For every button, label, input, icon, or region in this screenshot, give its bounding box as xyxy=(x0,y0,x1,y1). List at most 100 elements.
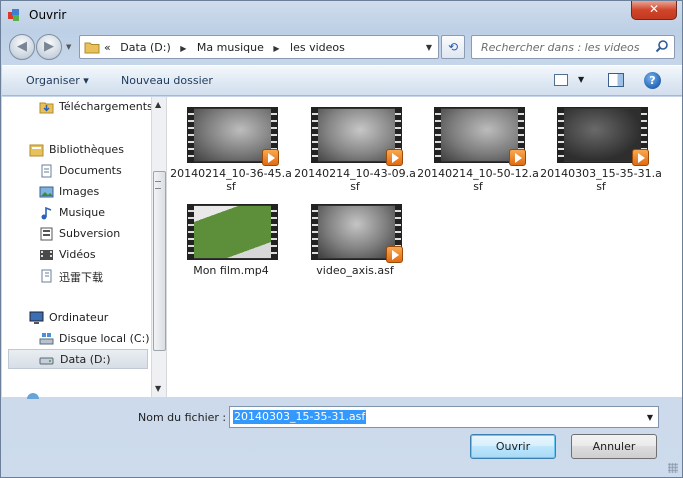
nav-item-musique[interactable]: Musique xyxy=(2,203,148,223)
nav-item-videos[interactable]: Vidéos xyxy=(2,245,148,265)
nav-scrollbar[interactable]: ▲ ▼ xyxy=(151,97,167,397)
file-item[interactable]: 20140214_10-36-45.asf xyxy=(168,97,292,193)
play-icon xyxy=(386,246,403,263)
breadcrumb-overflow[interactable]: « xyxy=(104,41,111,54)
folder-icon xyxy=(84,42,100,54)
breadcrumb-separator-icon[interactable]: ▶ xyxy=(180,44,186,53)
breadcrumb-ma-musique[interactable]: Ma musique xyxy=(197,41,264,54)
breadcrumb-les-videos[interactable]: les videos xyxy=(290,41,345,54)
scroll-up-icon[interactable]: ▲ xyxy=(155,100,161,109)
video-thumbnail xyxy=(187,204,278,260)
libraries-icon xyxy=(29,144,44,157)
video-thumbnail xyxy=(557,107,649,166)
filename-label: Nom du fichier : xyxy=(138,411,227,424)
open-button[interactable]: Ouvrir xyxy=(470,434,556,459)
video-thumbnail xyxy=(434,107,526,166)
nav-item-subversion[interactable]: Subversion xyxy=(2,224,148,244)
help-icon[interactable]: ? xyxy=(644,72,661,89)
back-button[interactable]: ◀ xyxy=(9,34,35,60)
view-dropdown-icon[interactable]: ▼ xyxy=(578,75,584,84)
nav-item-bibliotheques[interactable]: Bibliothèques xyxy=(2,140,148,160)
search-input[interactable]: Rechercher dans : les videos xyxy=(471,35,675,59)
view-icon[interactable] xyxy=(554,74,568,86)
nav-item-label: Bibliothèques xyxy=(49,143,124,156)
open-dialog: Ouvrir ✕ ◀ ▶ ▼ « Data (D:) ▶ Ma musique … xyxy=(0,0,683,478)
file-name: 20140214_10-36-45.asf xyxy=(170,167,292,193)
scroll-grip-icon xyxy=(155,181,161,189)
homegroup-icon xyxy=(27,393,39,399)
close-button[interactable]: ✕ xyxy=(631,1,677,20)
breadcrumb-data-d[interactable]: Data (D:) xyxy=(120,41,171,54)
play-icon xyxy=(632,149,649,166)
title-bar: Ouvrir ✕ xyxy=(1,1,682,29)
video-thumbnail xyxy=(311,107,403,166)
drive-icon xyxy=(39,357,54,365)
nav-item-ordinateur[interactable]: Ordinateur xyxy=(2,308,148,328)
cancel-button[interactable]: Annuler xyxy=(571,434,657,459)
video-thumbnail xyxy=(311,204,403,263)
nav-buttons: ◀ ▶ xyxy=(9,33,65,61)
nav-item-label: Ordinateur xyxy=(49,311,109,324)
nav-item-thunder[interactable]: 迅雷下载 xyxy=(2,266,148,286)
navigation-pane: Téléchargements Bibliothèques Documents … xyxy=(2,97,153,397)
file-item[interactable]: Mon film.mp4 xyxy=(168,194,280,289)
download-folder-icon xyxy=(39,102,54,114)
resize-grip-icon[interactable] xyxy=(668,463,678,473)
nav-item-images[interactable]: Images xyxy=(2,182,148,202)
breadcrumb: « Data (D:) ▶ Ma musique ▶ les videos xyxy=(104,41,351,54)
nav-item-label: Images xyxy=(59,185,100,198)
file-name: 20140214_10-50-12.asf xyxy=(417,167,539,193)
scroll-thumb[interactable] xyxy=(153,171,166,351)
forward-button[interactable]: ▶ xyxy=(36,34,62,60)
play-icon xyxy=(386,149,403,166)
organise-menu[interactable]: Organiser ▾ xyxy=(26,74,89,87)
file-name: 20140303_15-35-31.asf xyxy=(540,167,662,193)
music-icon xyxy=(41,206,52,220)
file-item[interactable]: 20140214_10-50-12.asf xyxy=(415,97,539,193)
file-name: 20140214_10-43-09.asf xyxy=(294,167,416,193)
preview-pane-icon[interactable] xyxy=(608,73,624,87)
thunder-download-icon xyxy=(41,269,52,283)
filename-dropdown-icon[interactable]: ▼ xyxy=(647,413,653,422)
window-title: Ouvrir xyxy=(29,8,67,22)
nav-item-disque-local[interactable]: Disque local (C:) xyxy=(2,329,150,349)
nav-item-documents[interactable]: Documents xyxy=(2,161,148,181)
address-dropdown-icon[interactable]: ▼ xyxy=(426,43,432,52)
local-disk-icon xyxy=(39,333,54,345)
filename-field[interactable]: 20140303_15-35-31.asf ▼ xyxy=(229,406,659,428)
scroll-down-icon[interactable]: ▼ xyxy=(155,384,161,393)
file-list: 20140214_10-36-45.asf 20140214_10-43-09.… xyxy=(168,97,682,397)
address-bar[interactable]: « Data (D:) ▶ Ma musique ▶ les videos ▼ xyxy=(79,35,439,59)
breadcrumb-separator-icon[interactable]: ▶ xyxy=(273,44,279,53)
nav-item-telechargements[interactable]: Téléchargements xyxy=(2,97,153,117)
nav-item-label: Musique xyxy=(59,206,105,219)
search-icon[interactable] xyxy=(655,39,669,53)
documents-icon xyxy=(41,164,52,178)
file-item[interactable]: 20140214_10-43-09.asf xyxy=(292,97,416,193)
search-placeholder: Rechercher dans : les videos xyxy=(481,41,640,54)
file-item[interactable]: 20140303_15-35-31.asf xyxy=(538,97,662,193)
images-icon xyxy=(39,186,54,198)
subversion-icon xyxy=(40,227,53,241)
file-item[interactable]: video_axis.asf xyxy=(292,194,404,289)
nav-item-label: Documents xyxy=(59,164,122,177)
nav-item-label: Data (D:) xyxy=(60,353,111,366)
new-folder-button[interactable]: Nouveau dossier xyxy=(121,74,213,87)
refresh-button[interactable]: ⟲ xyxy=(441,35,465,59)
command-bar: Organiser ▾ Nouveau dossier ▼ ? xyxy=(2,65,682,96)
recent-pages-dropdown-icon[interactable]: ▼ xyxy=(66,43,71,51)
content-area: Téléchargements Bibliothèques Documents … xyxy=(2,97,682,397)
file-name: video_axis.asf xyxy=(316,264,394,277)
computer-icon xyxy=(29,311,44,324)
nav-item-label: Téléchargements xyxy=(59,100,153,113)
nav-item-label: Disque local (C:) xyxy=(59,332,150,345)
play-icon xyxy=(509,149,526,166)
nav-item-label: Vidéos xyxy=(59,248,96,261)
nav-item-label: Subversion xyxy=(59,227,121,240)
video-thumbnail xyxy=(187,107,279,166)
file-name: Mon film.mp4 xyxy=(193,264,269,277)
nav-item-label: 迅雷下载 xyxy=(59,271,103,284)
app-icon xyxy=(8,9,19,21)
filename-value[interactable]: 20140303_15-35-31.asf xyxy=(233,410,367,424)
nav-item-data-d[interactable]: Data (D:) xyxy=(8,349,148,369)
